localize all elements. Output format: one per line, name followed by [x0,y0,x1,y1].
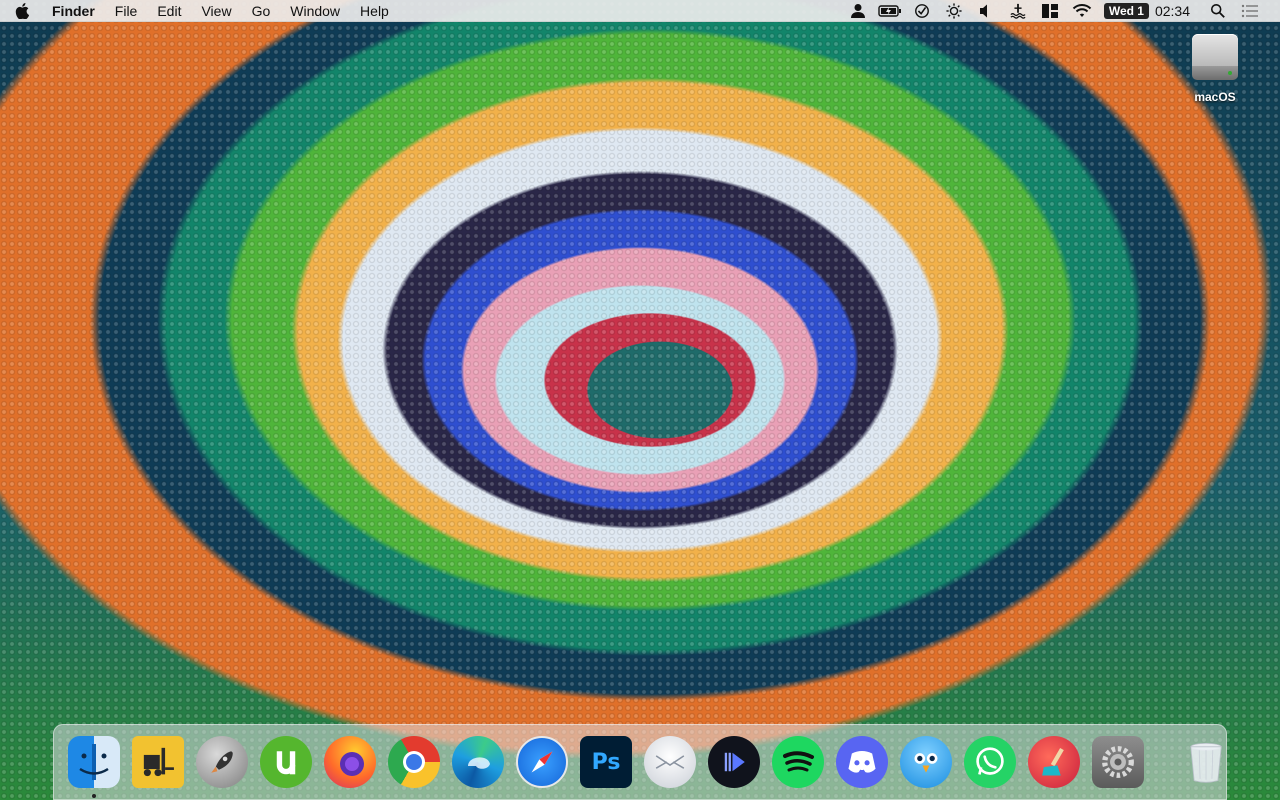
menu-file[interactable]: File [105,0,148,21]
dock-item-edge[interactable] [451,735,505,789]
dock-item-chrome[interactable] [387,735,441,789]
forklift-icon [132,736,184,788]
dock-item-safari[interactable] [515,735,569,789]
dock-item-tweetbot[interactable] [899,735,953,789]
rocket-icon [196,736,248,788]
dock-item-spotify[interactable] [771,735,825,789]
menu-help[interactable]: Help [350,0,399,21]
dock-item-infuse[interactable] [707,735,761,789]
infuse-icon [708,736,760,788]
menu-go[interactable]: Go [242,0,281,21]
dock-item-cleanmymac[interactable] [1027,735,1081,789]
volume-icon[interactable] [970,0,1002,22]
menu-clock[interactable]: 02:34 [1155,3,1190,19]
checkmark-circle-icon[interactable] [906,0,938,22]
menu-bar: Finder File Edit View Go Window Help Wed… [0,0,1280,22]
dock-item-finder[interactable] [67,735,121,798]
desktop-item-macos[interactable]: macOS [1182,30,1248,104]
dock-item-photoshop[interactable]: Ps [579,735,633,789]
mail-icon [644,736,696,788]
search-icon[interactable] [1202,0,1234,22]
hard-drive-icon [1190,30,1240,86]
utorrent-icon [260,736,312,788]
menu-edit[interactable]: Edit [147,0,191,21]
battery-charging-icon[interactable] [874,0,906,22]
window-layout-icon[interactable] [1034,0,1066,22]
finder-icon [68,736,120,788]
chrome-icon [388,736,440,788]
desktop-wallpaper [0,0,1280,800]
dock-item-utorrent[interactable] [259,735,313,789]
apple-menu-icon[interactable] [0,0,44,21]
menu-app-finder[interactable]: Finder [44,0,105,21]
whatsapp-icon [964,736,1016,788]
dock-item-trash[interactable] [1179,735,1233,789]
dock-item-whatsapp[interactable] [963,735,1017,789]
photoshop-icon: Ps [580,736,632,788]
running-indicator [92,794,96,798]
flood-icon[interactable] [1002,0,1034,22]
safari-icon [516,736,568,788]
date-badge[interactable]: Wed 1 [1103,2,1149,19]
photoshop-label: Ps [591,749,621,775]
firefox-icon [324,736,376,788]
desktop-item-label: macOS [1194,90,1236,104]
discord-icon [836,736,888,788]
notification-center-icon[interactable] [1234,0,1266,22]
user-icon[interactable] [842,0,874,22]
dock-item-mail[interactable] [643,735,697,789]
menu-view[interactable]: View [191,0,241,21]
edge-icon [452,736,504,788]
wifi-icon[interactable] [1066,0,1098,22]
dock-item-firefox[interactable] [323,735,377,789]
system-preferences-icon [1092,736,1144,788]
tweetbot-icon [900,736,952,788]
cleanmymac-icon [1028,736,1080,788]
dock: Ps [53,724,1227,800]
brightness-icon[interactable] [938,0,970,22]
dock-item-launchpad[interactable] [195,735,249,789]
trash-icon [1180,736,1232,788]
dock-item-system-preferences[interactable] [1091,735,1145,789]
spotify-icon [772,736,824,788]
dock-item-forklift[interactable] [131,735,185,789]
dock-item-discord[interactable] [835,735,889,789]
menu-window[interactable]: Window [280,0,350,21]
